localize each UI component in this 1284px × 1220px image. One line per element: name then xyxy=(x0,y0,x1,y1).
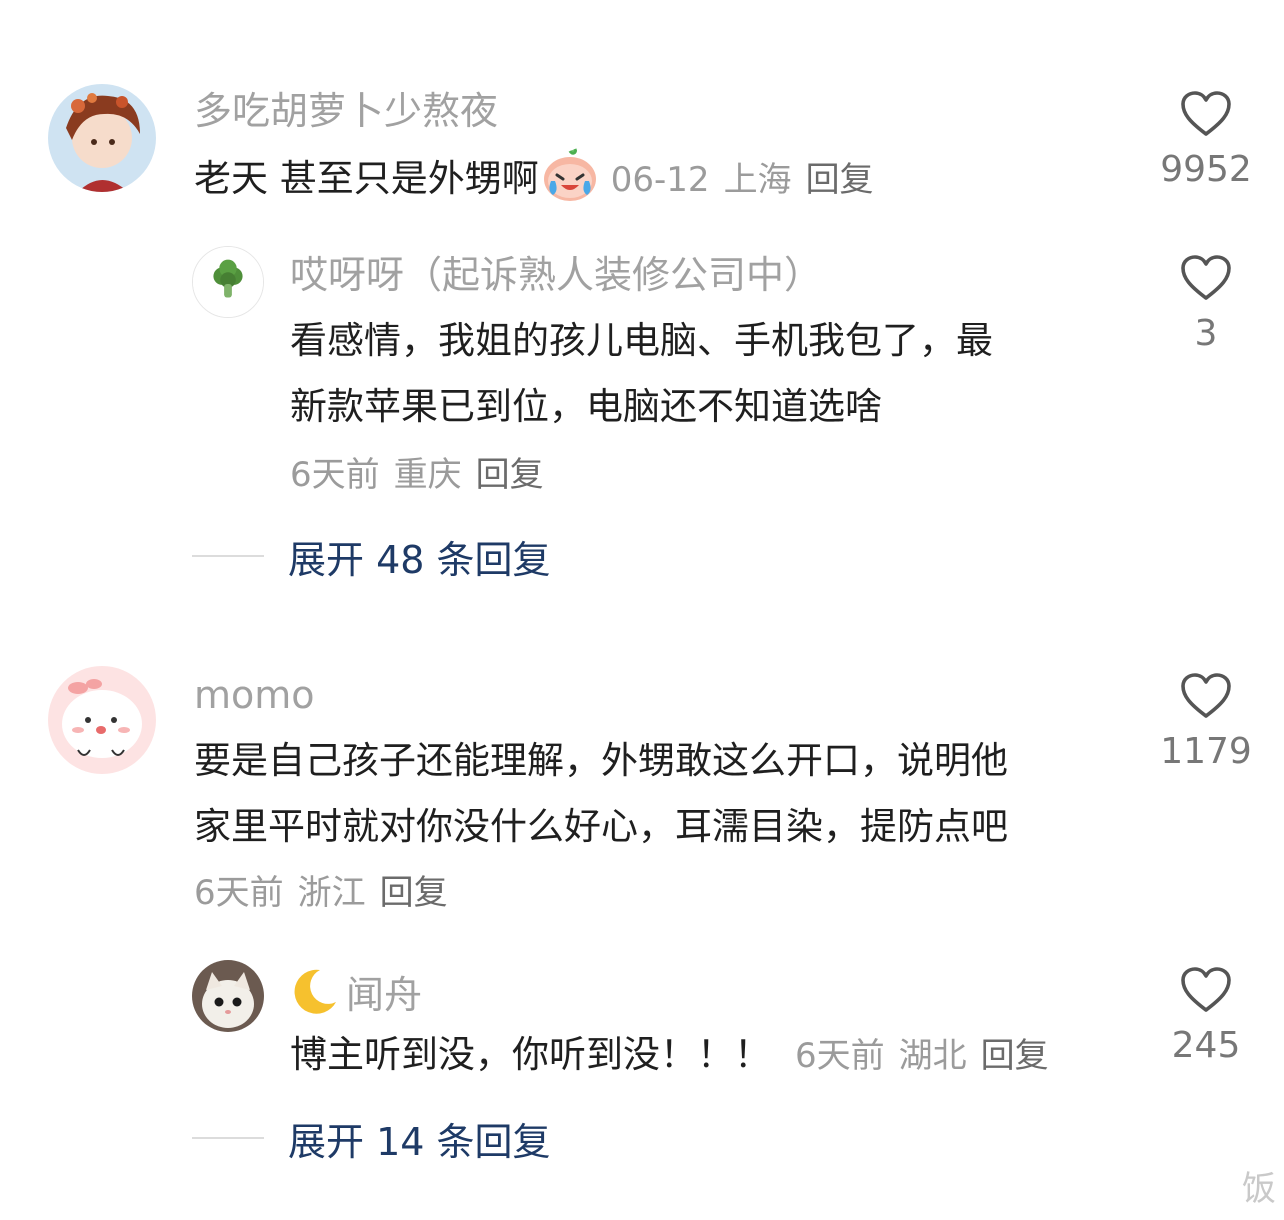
avatar[interactable] xyxy=(192,246,264,318)
like-count: 3 xyxy=(1194,313,1218,354)
comment-body: 老天 甚至只是外甥啊 xyxy=(194,157,539,200)
reply-button[interactable]: 回复 xyxy=(981,1036,1049,1076)
comment-meta: 06-12 上海 回复 xyxy=(611,160,874,200)
reply-date: 6天前 xyxy=(795,1036,885,1076)
reply-meta: 6天前 湖北 回复 xyxy=(795,1036,1049,1076)
comment-text: 老天 甚至只是外甥啊 06-12 上海 回复 xyxy=(194,146,874,213)
comment-date: 6天前 xyxy=(194,873,284,913)
username-text: 闻舟 xyxy=(346,973,423,1017)
comment-location: 上海 xyxy=(723,160,792,200)
like-button[interactable]: 245 xyxy=(1156,966,1256,1064)
reply-meta: 6天前 重庆 回复 xyxy=(290,458,544,492)
reply-location: 湖北 xyxy=(898,1036,967,1076)
heart-icon xyxy=(1181,967,1231,1012)
heart-icon xyxy=(1181,673,1231,718)
watermark: 饭 xyxy=(1242,1169,1276,1209)
reply-text-line: 新款苹果已到位，电脑还不知道选啥 xyxy=(290,385,882,428)
expand-replies-label: 展开 14 条回复 xyxy=(288,1119,551,1164)
reply-body: 博主听到没，你听到没！！！ xyxy=(290,1033,771,1076)
reply-location: 重庆 xyxy=(393,455,462,495)
like-button[interactable]: 1179 xyxy=(1156,672,1256,770)
crescent-moon-icon xyxy=(290,966,340,1016)
comment-meta: 6天前 浙江 回复 xyxy=(194,876,448,910)
username[interactable]: 闻舟 xyxy=(290,966,422,1016)
reply-date: 6天前 xyxy=(290,455,380,495)
reply-button[interactable]: 回复 xyxy=(806,160,874,200)
expand-replies-button[interactable]: 展开 14 条回复 xyxy=(192,1116,551,1164)
username[interactable]: 多吃胡萝卜少熬夜 xyxy=(194,92,498,130)
avatar[interactable] xyxy=(48,666,156,774)
divider xyxy=(192,1137,264,1139)
heart-icon xyxy=(1181,91,1231,136)
reply-text: 博主听到没，你听到没！！！ 6天前 湖北 回复 xyxy=(290,1022,1049,1089)
comment-date: 06-12 xyxy=(610,160,710,200)
like-count: 1179 xyxy=(1160,731,1252,772)
heart-icon xyxy=(1181,255,1231,300)
expand-replies-button[interactable]: 展开 48 条回复 xyxy=(192,534,551,582)
comment-text: 要是自己孩子还能理解，外甥敢这么开口，说明他 家里平时就对你没什么好心，耳濡目染… xyxy=(194,728,1008,860)
crying-face-emoji-icon xyxy=(541,147,599,203)
comment-text-line: 家里平时就对你没什么好心，耳濡目染，提防点吧 xyxy=(194,805,1008,848)
reply-text: 看感情，我姐的孩儿电脑、手机我包了，最 新款苹果已到位，电脑还不知道选啥 xyxy=(290,308,993,440)
avatar[interactable] xyxy=(48,84,156,192)
divider xyxy=(192,555,264,557)
comment-text-line: 要是自己孩子还能理解，外甥敢这么开口，说明他 xyxy=(194,739,1008,782)
like-count: 9952 xyxy=(1160,149,1252,190)
reply-text-line: 看感情，我姐的孩儿电脑、手机我包了，最 xyxy=(290,319,993,362)
username[interactable]: 哎呀呀（起诉熟人装修公司中） xyxy=(290,256,822,294)
like-count: 245 xyxy=(1171,1025,1241,1066)
like-button[interactable]: 9952 xyxy=(1156,90,1256,188)
reply-button[interactable]: 回复 xyxy=(476,455,544,495)
expand-replies-label: 展开 48 条回复 xyxy=(288,537,551,582)
avatar[interactable] xyxy=(192,960,264,1032)
like-button[interactable]: 3 xyxy=(1156,254,1256,352)
reply-button[interactable]: 回复 xyxy=(380,873,448,913)
username[interactable]: momo xyxy=(194,676,315,714)
comment-location: 浙江 xyxy=(297,873,366,913)
